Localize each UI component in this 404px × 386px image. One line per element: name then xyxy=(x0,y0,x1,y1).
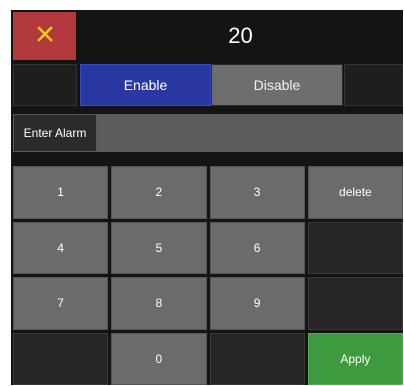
toggle-spacer-right xyxy=(344,64,403,106)
blank-key xyxy=(307,277,403,330)
toggle-spacer-left xyxy=(13,64,77,106)
blank-key xyxy=(209,332,305,385)
blank-key xyxy=(307,221,403,274)
key-2[interactable]: 2 xyxy=(111,166,207,219)
alarm-input[interactable] xyxy=(99,114,403,152)
alarm-label: Enter Alarm xyxy=(13,114,97,152)
alarm-entry-row: Enter Alarm xyxy=(13,114,403,152)
current-value-display: 20 xyxy=(228,23,253,48)
key-0[interactable]: 0 xyxy=(111,332,207,385)
key-8[interactable]: 8 xyxy=(111,277,207,330)
key-9[interactable]: 9 xyxy=(209,277,305,330)
key-7[interactable]: 7 xyxy=(13,277,109,330)
disable-button[interactable]: Disable xyxy=(211,64,343,106)
key-6[interactable]: 6 xyxy=(209,221,305,274)
alarm-keypad-panel: 20 Enable Disable Enter Alarm 1 2 3 dele… xyxy=(11,10,403,385)
key-3[interactable]: 3 xyxy=(209,166,305,219)
key-1[interactable]: 1 xyxy=(13,166,109,219)
enable-button[interactable]: Enable xyxy=(80,64,211,106)
delete-button[interactable]: delete xyxy=(307,166,403,219)
close-icon xyxy=(36,25,54,48)
blank-key xyxy=(13,332,109,385)
numeric-keypad: 1 2 3 delete 4 5 6 7 8 9 0 Apply xyxy=(13,166,403,385)
close-button[interactable] xyxy=(13,12,76,60)
apply-button[interactable]: Apply xyxy=(307,332,403,385)
key-4[interactable]: 4 xyxy=(13,221,109,274)
key-5[interactable]: 5 xyxy=(111,221,207,274)
